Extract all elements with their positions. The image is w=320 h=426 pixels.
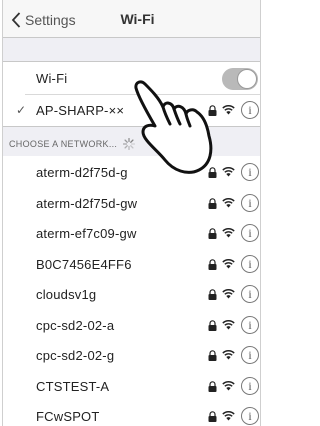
network-row[interactable]: aterm-ef7c09-gw i: [3, 218, 260, 250]
network-info-button[interactable]: i: [241, 101, 259, 119]
network-name: CTSTEST-A: [36, 378, 110, 394]
network-row[interactable]: B0C7456E4FF6 i: [3, 248, 260, 281]
section-header-label: CHOOSE A NETWORK...: [9, 139, 118, 149]
network-info-button[interactable]: i: [241, 346, 259, 364]
lock-icon: [208, 258, 217, 270]
page-title: Wi-Fi: [120, 11, 155, 27]
network-row[interactable]: CTSTEST-A i: [3, 370, 260, 403]
checkmark-icon: ✓: [16, 103, 27, 117]
network-info-button[interactable]: i: [241, 193, 259, 212]
network-name: FCwSPOT: [36, 409, 100, 424]
wifi-signal-icon: [222, 380, 235, 390]
wifi-signal-icon: [222, 411, 235, 421]
wifi-signal-icon: [222, 289, 235, 299]
network-row[interactable]: aterm-d2f75d-gw i: [3, 187, 260, 220]
network-name: cpc-sd2-02-g: [36, 348, 115, 363]
lock-icon: [208, 197, 217, 209]
connected-network-name: AP-SHARP-××: [36, 103, 125, 118]
navigation-bar: Settings Wi-Fi: [3, 0, 260, 38]
wifi-signal-icon: [222, 105, 235, 115]
network-info-button[interactable]: i: [241, 163, 259, 181]
network-row[interactable]: cloudsv1g i: [3, 279, 260, 311]
wifi-signal-icon: [222, 167, 235, 177]
pointing-hand-icon: [134, 80, 213, 174]
network-row[interactable]: cpc-sd2-02-g i: [3, 340, 260, 372]
lock-icon: [208, 319, 217, 331]
section-spacer: [3, 38, 260, 62]
network-info-button[interactable]: i: [241, 315, 259, 334]
wifi-settings-screen: Settings Wi-Fi Wi-Fi ✓ AP-SHARP-×× i CHO…: [2, 0, 261, 426]
wifi-signal-icon: [222, 258, 235, 268]
network-name: cloudsv1g: [36, 287, 97, 302]
network-name: B0C7456E4FF6: [36, 256, 132, 272]
network-name: aterm-ef7c09-gw: [36, 226, 137, 241]
network-name: aterm-d2f75d-gw: [36, 195, 138, 211]
toggle-knob: [237, 69, 257, 89]
network-row[interactable]: FCwSPOT i: [3, 401, 260, 426]
network-row[interactable]: cpc-sd2-02-a i: [3, 309, 260, 342]
wifi-signal-icon: [222, 228, 235, 238]
lock-icon: [208, 380, 217, 392]
lock-icon: [208, 350, 217, 361]
network-name: cpc-sd2-02-a: [36, 317, 115, 333]
lock-icon: [208, 289, 217, 300]
network-info-button[interactable]: i: [241, 254, 259, 273]
network-info-button[interactable]: i: [241, 224, 259, 242]
lock-icon: [208, 411, 217, 422]
wifi-signal-icon: [222, 319, 235, 329]
network-info-button[interactable]: i: [241, 407, 259, 425]
wifi-signal-icon: [222, 350, 235, 360]
wifi-signal-icon: [222, 197, 235, 207]
wifi-toggle-label: Wi-Fi: [36, 71, 68, 86]
lock-icon: [208, 228, 217, 239]
wifi-toggle-switch[interactable]: [222, 68, 258, 90]
network-info-button[interactable]: i: [241, 285, 259, 303]
network-name: aterm-d2f75d-g: [36, 165, 128, 180]
network-info-button[interactable]: i: [241, 376, 259, 395]
